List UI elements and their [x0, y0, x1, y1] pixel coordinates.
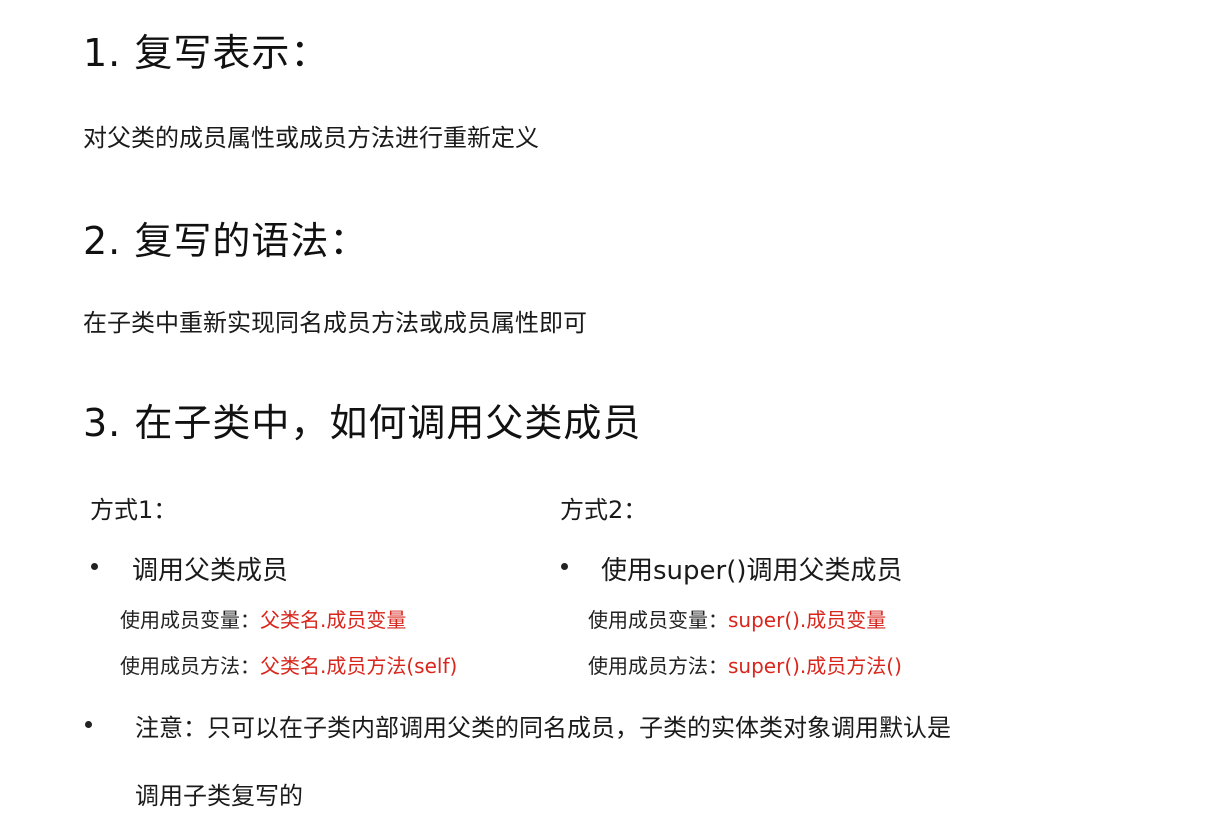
- section1-text: 对父类的成员属性或成员方法进行重新定义: [83, 124, 539, 152]
- way1-bullet-dot: [91, 563, 98, 570]
- way2-method-label: 使用成员方法：: [588, 654, 728, 678]
- note-bullet-dot: [85, 721, 92, 728]
- note-line1: 注意：只可以在子类内部调用父类的同名成员，子类的实体类对象调用默认是: [135, 714, 951, 742]
- way2-var-label: 使用成员变量：: [588, 608, 728, 632]
- note-line2: 调用子类复写的: [135, 782, 303, 810]
- way2-bullet-text: 使用super()调用父类成员: [601, 556, 903, 586]
- way1-method-label: 使用成员方法：: [120, 654, 260, 678]
- way1-bullet-text: 调用父类成员: [132, 556, 289, 586]
- way1-var-code: 父类名.成员变量: [260, 608, 407, 632]
- way1-title: 方式1：: [90, 496, 178, 524]
- way2-method-line: 使用成员方法：super().成员方法(): [588, 650, 902, 679]
- section2-heading: 2. 复写的语法：: [83, 219, 369, 263]
- way1-method-line: 使用成员方法：父类名.成员方法(self): [120, 650, 457, 679]
- way1-method-code: 父类名.成员方法(self): [260, 654, 458, 678]
- way1-var-label: 使用成员变量：: [120, 608, 260, 632]
- way2-method-code: super().成员方法(): [728, 654, 902, 678]
- way1-var-line: 使用成员变量：父类名.成员变量: [120, 604, 406, 633]
- section1-heading: 1. 复写表示：: [83, 31, 330, 75]
- section2-text: 在子类中重新实现同名成员方法或成员属性即可: [83, 309, 587, 337]
- way2-title: 方式2：: [560, 496, 648, 524]
- section3-heading: 3. 在子类中，如何调用父类成员: [83, 401, 642, 445]
- way2-var-code: super().成员变量: [728, 608, 887, 632]
- way2-bullet-dot: [561, 563, 568, 570]
- way2-var-line: 使用成员变量：super().成员变量: [588, 604, 886, 633]
